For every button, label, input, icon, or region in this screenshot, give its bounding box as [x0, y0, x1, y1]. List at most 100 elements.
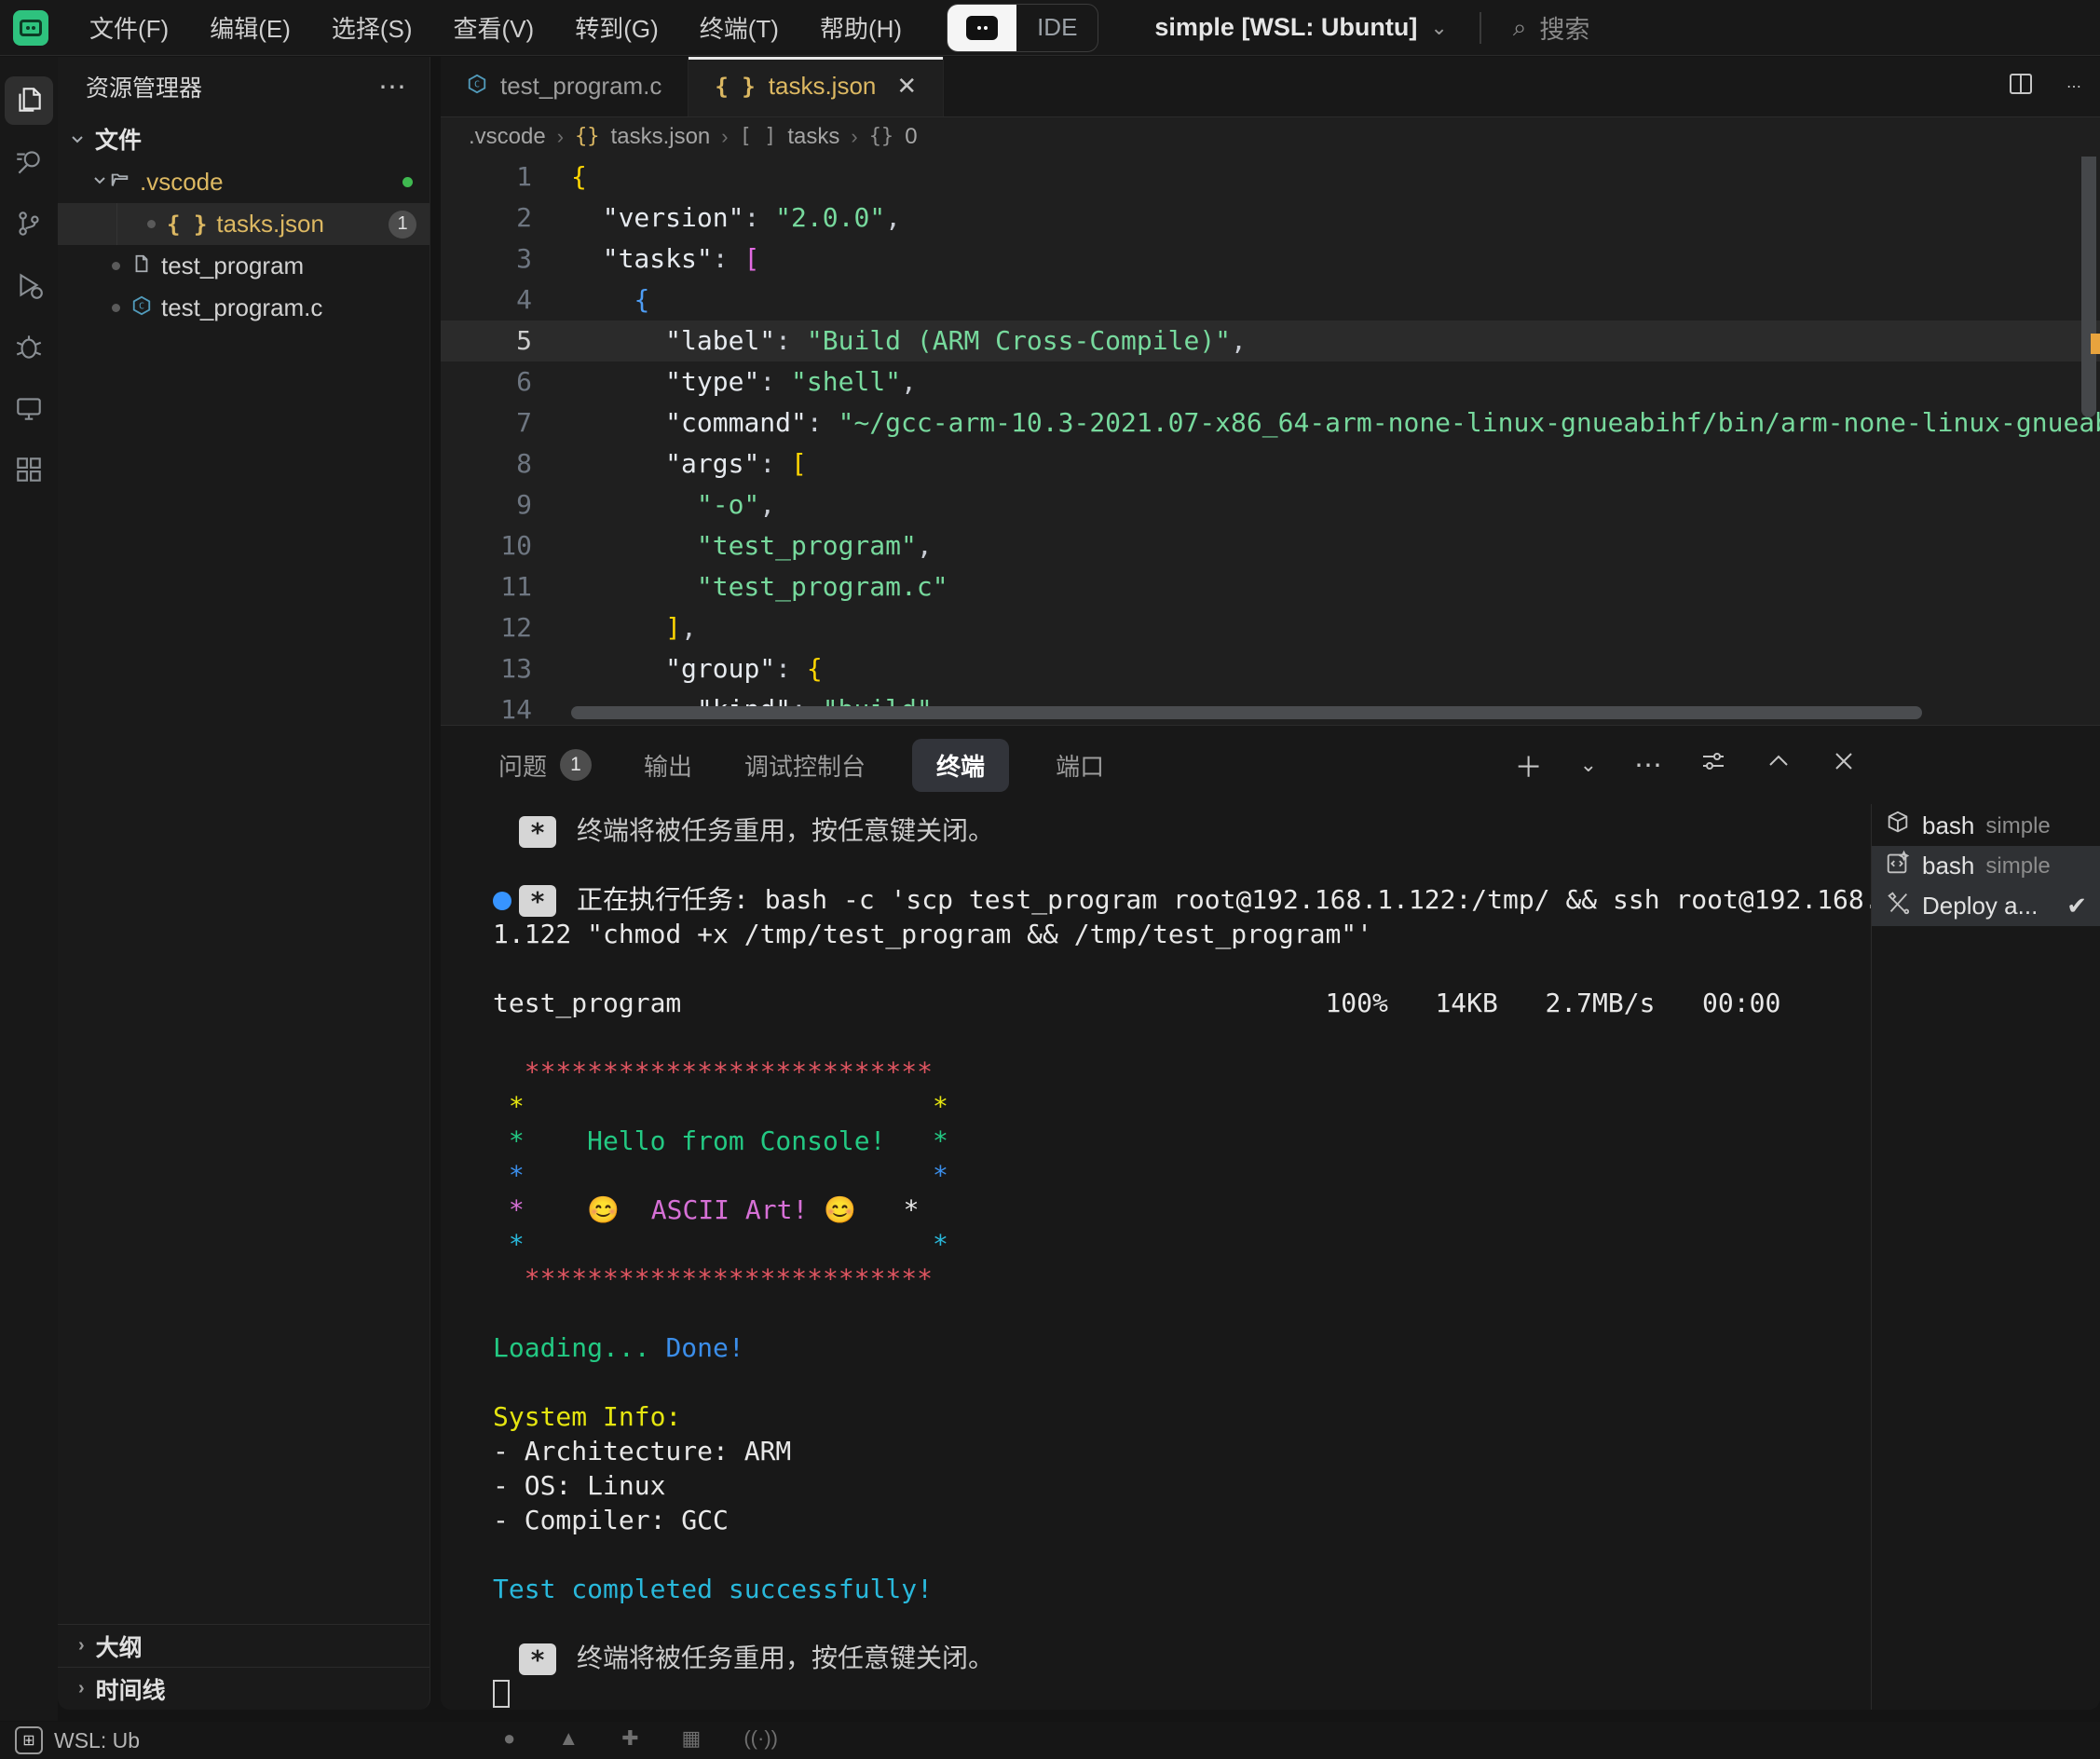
terminal-tune-icon[interactable]	[1699, 747, 1727, 783]
code-line-11[interactable]: 11 "test_program.c"	[441, 566, 2100, 607]
tree-item-label: test_program	[161, 252, 304, 280]
menubar-item-2[interactable]: 选择(S)	[311, 3, 433, 52]
code-line-12[interactable]: 12 ],	[441, 607, 2100, 648]
breadcrumb-separator-icon: ›	[721, 125, 728, 149]
code-line-1[interactable]: 1{	[441, 157, 2100, 198]
split-editor-icon[interactable]	[2007, 70, 2035, 102]
terminal-list-item-1[interactable]: bashsimple	[1872, 846, 2100, 886]
new-terminal-icon[interactable]: ＋	[1515, 744, 1543, 785]
sidebar-item-testing[interactable]	[3, 316, 55, 377]
tree-item-test_program[interactable]: test_program	[58, 245, 430, 287]
section-outline[interactable]: › 大纲	[58, 1624, 430, 1667]
terminal-output[interactable]: *终端将被任务重用，按任意键关闭。*正在执行任务: bash -c 'scp t…	[441, 804, 1871, 1710]
close-panel-icon[interactable]	[1830, 747, 1858, 783]
code-line-8[interactable]: 8 "args": [	[441, 443, 2100, 484]
menubar-item-4[interactable]: 转到(G)	[554, 3, 679, 52]
breadcrumb-item[interactable]: .vscode	[469, 124, 546, 150]
line-number: 1	[441, 157, 571, 198]
terminal-line-23	[493, 1606, 1871, 1641]
terminal-description: simple	[1985, 853, 2050, 880]
code-line-6[interactable]: 6 "type": "shell",	[441, 361, 2100, 402]
menubar-item-6[interactable]: 帮助(H)	[799, 3, 922, 52]
code-line-5[interactable]: 5 "label": "Build (ARM Cross-Compile)",	[441, 320, 2100, 361]
maximize-panel-icon[interactable]	[1765, 747, 1793, 783]
workbench: 资源管理器 ⋯ 文件 .vscode{ }tasks.json1test_pro…	[0, 57, 2100, 1721]
menubar-item-1[interactable]: 编辑(E)	[189, 3, 311, 52]
explorer-more-actions-icon[interactable]: ⋯	[378, 71, 409, 103]
code-line-9[interactable]: 9 "-o",	[441, 484, 2100, 525]
testing-bug-icon	[5, 322, 53, 371]
search-label: 搜索	[1539, 9, 1589, 46]
modified-dot	[112, 262, 120, 270]
code-text: "test_program",	[571, 525, 933, 566]
editor-more-actions-icon[interactable]: ⋯	[2066, 77, 2081, 96]
editor-vertical-scrollbar[interactable]	[2081, 157, 2096, 417]
titlebar-divider	[1480, 12, 1481, 44]
code-line-7[interactable]: 7 "command": "~/gcc-arm-10.3-2021.07-x86…	[441, 402, 2100, 443]
code-line-10[interactable]: 10 "test_program",	[441, 525, 2100, 566]
panel-tab-label: 端口	[1056, 748, 1104, 783]
breadcrumb-separator-icon: ›	[851, 125, 857, 149]
code-line-13[interactable]: 13 "group": {	[441, 648, 2100, 689]
terminal-profile-chevron-icon[interactable]: ⌄	[1580, 753, 1597, 777]
breadcrumb-item[interactable]: tasks.json	[611, 124, 711, 150]
terminal-line-7: **************************	[493, 1055, 1871, 1089]
menubar-item-0[interactable]: 文件(F)	[69, 3, 189, 52]
close-icon[interactable]: ✕	[896, 72, 917, 101]
terminal-list-item-0[interactable]: bashsimple	[1872, 806, 2100, 846]
line-number: 14	[441, 689, 571, 725]
tree-item--vscode[interactable]: .vscode	[58, 161, 430, 203]
svg-text:C: C	[139, 302, 144, 312]
remote-indicator[interactable]: ⊞ WSL: Ub	[15, 1726, 140, 1754]
panel-tab-问题[interactable]: 问题1	[493, 739, 597, 792]
cube-icon	[1885, 810, 1911, 842]
panel-tab-输出[interactable]: 输出	[638, 739, 698, 792]
panel-more-actions-icon[interactable]: ⋯	[1634, 749, 1662, 782]
tree-item-test_program-c[interactable]: Ctest_program.c	[58, 287, 430, 329]
chevron-down-icon	[89, 168, 110, 197]
terminal-line-19: - OS: Linux	[493, 1468, 1871, 1503]
sidebar-item-extensions[interactable]	[3, 439, 55, 500]
code-line-3[interactable]: 3 "tasks": [	[441, 239, 2100, 280]
chevron-down-icon[interactable]: ⌄	[1430, 16, 1447, 40]
editor-horizontal-scrollbar[interactable]	[571, 706, 1922, 719]
terminal-line-8: * *	[493, 1089, 1871, 1124]
code-line-4[interactable]: 4 {	[441, 280, 2100, 320]
sidebar-item-remote-explorer[interactable]	[3, 377, 55, 439]
code-editor[interactable]: 1{2 "version": "2.0.0",3 "tasks": [4 {5 …	[441, 157, 2100, 725]
remote-label: WSL: Ub	[54, 1728, 140, 1753]
line-number: 12	[441, 607, 571, 648]
explorer-sidebar: 资源管理器 ⋯ 文件 .vscode{ }tasks.json1test_pro…	[58, 57, 430, 1710]
svg-text:C: C	[474, 80, 480, 90]
terminal-list-item-2[interactable]: Deploy a...✔	[1872, 886, 2100, 926]
menubar-item-3[interactable]: 查看(V)	[433, 3, 555, 52]
file-tree: .vscode{ }tasks.json1 test_program Ctest_p…	[58, 161, 430, 329]
status-bar-icons[interactable]: ● ▲ ✚ ▦ ((·))	[503, 1726, 778, 1751]
tree-item-tasks-json[interactable]: { }tasks.json1	[58, 203, 430, 245]
line-number: 4	[441, 280, 571, 320]
code-line-2[interactable]: 2 "version": "2.0.0",	[441, 198, 2100, 239]
menubar-item-5[interactable]: 终端(T)	[679, 3, 799, 52]
section-timeline[interactable]: › 时间线	[58, 1667, 430, 1710]
search-box[interactable]: ⌕ 搜索	[1513, 9, 1590, 46]
code-text: "args": [	[571, 443, 807, 484]
terminal-line-12: * *	[493, 1227, 1871, 1261]
panel-tab-调试控制台[interactable]: 调试控制台	[739, 739, 871, 792]
sidebar-item-source-control[interactable]	[3, 193, 55, 254]
terminal-line-24: *终端将被任务重用，按任意键关闭。	[493, 1641, 1871, 1675]
breadcrumb-item[interactable]: tasks	[787, 124, 839, 150]
breadcrumb-item[interactable]: 0	[905, 124, 917, 150]
sidebar-item-explorer[interactable]	[3, 70, 55, 131]
tab-test_program-c[interactable]: Ctest_program.c	[441, 57, 689, 116]
overview-ruler-modified-mark	[2091, 334, 2100, 354]
sidebar-item-run-debug[interactable]	[3, 254, 55, 316]
tab-tasks-json[interactable]: { }tasks.json✕	[689, 57, 944, 116]
workspace-name[interactable]: simple [WSL: Ubuntu]	[1154, 13, 1417, 42]
ide-badge[interactable]: IDE	[947, 4, 1098, 52]
panel-tab-终端[interactable]: 终端	[912, 739, 1009, 792]
timeline-label: 时间线	[96, 1672, 166, 1706]
panel-tab-端口[interactable]: 端口	[1050, 739, 1110, 792]
sidebar-item-search[interactable]	[3, 131, 55, 193]
section-files[interactable]: 文件	[58, 116, 430, 161]
run-debug-icon	[5, 261, 53, 309]
